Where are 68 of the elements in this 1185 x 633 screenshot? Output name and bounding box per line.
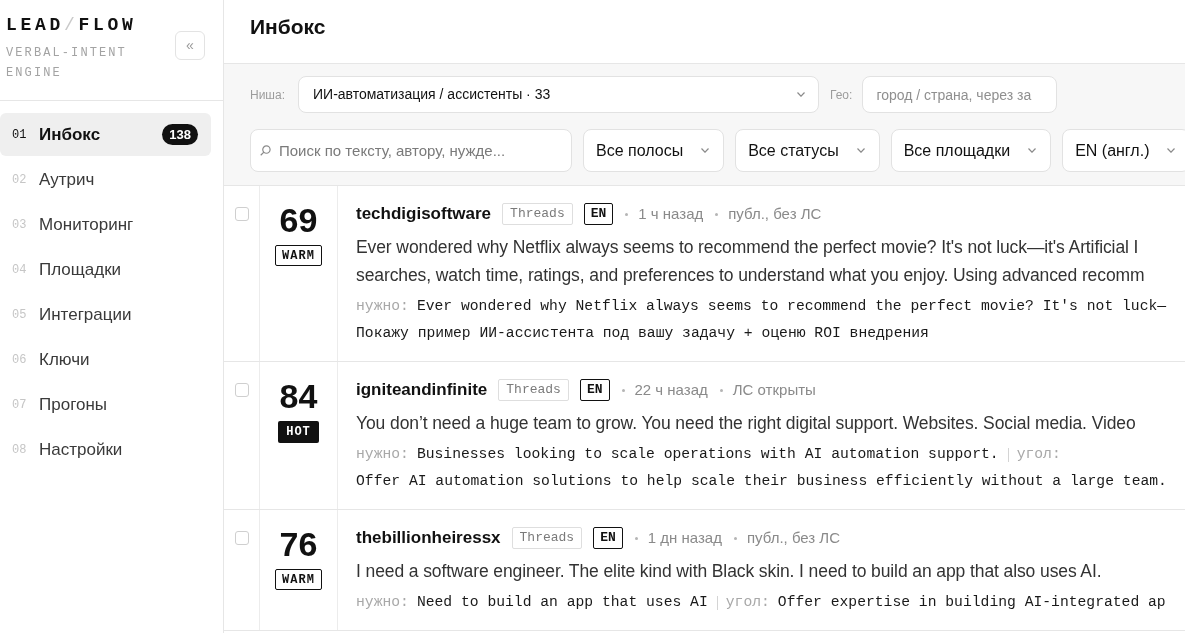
chevron-down-icon — [701, 148, 710, 153]
nav-item[interactable]: 03 Мониторинг — [0, 203, 211, 246]
note-text: Offer expertise in building AI-integrated ap — [777, 593, 1166, 612]
meta-text: ЛС открыты — [732, 379, 816, 400]
logo-text: LEAD — [6, 14, 64, 36]
checkbox[interactable] — [234, 383, 249, 397]
chevron-down-icon — [856, 148, 865, 153]
platform-tag: Threads — [502, 203, 573, 225]
chevron-down-icon — [1028, 148, 1037, 153]
temperature-badge: HOT — [278, 421, 319, 443]
field-label: Гео: — [830, 86, 853, 104]
filter-select[interactable]: Все площадки — [890, 129, 1052, 172]
note-label: нужно: — [356, 445, 409, 464]
post-text: You don’t need a huge team to grow. You need the right digital support. Websites. Social media. Video — [356, 412, 1137, 435]
chevron-down-icon — [1167, 148, 1176, 153]
language-tag: EN — [579, 379, 610, 401]
nav-item[interactable]: 08 Настройки — [0, 428, 211, 471]
nav-item[interactable]: 01 Инбокс 138 — [0, 113, 211, 156]
score: 69 — [279, 203, 318, 237]
note-text: Need to build an app that uses AI — [416, 593, 708, 612]
platform-tag: Threads — [511, 527, 583, 549]
nav-item[interactable]: 04 Площадки — [0, 248, 211, 291]
logo-slash: / — [64, 14, 79, 36]
nav-item[interactable]: 06 Ключи — [0, 338, 211, 381]
post-text: I need a software engineer. The elite kind with Black skin. I need to build an app that also uses AI. — [356, 560, 1103, 583]
filter-select[interactable]: EN (англ.) — [1062, 129, 1185, 172]
chevron-down-icon — [797, 92, 805, 97]
temperature-badge: WARM — [275, 245, 322, 266]
count-badge: 138 — [162, 124, 198, 145]
note-label: угол: — [725, 593, 770, 612]
note-label: нужно: — [356, 297, 409, 316]
meta-text: 1 дн назад — [647, 527, 722, 548]
note-text: Offer AI automation solutions to help scale their business efficiently without a large team. — [356, 472, 1167, 491]
field-label: Ниша: — [250, 86, 286, 104]
nav-item[interactable]: 02 Аутрич — [0, 158, 211, 201]
logo-text: FLOW — [78, 14, 137, 36]
meta-text: публ., без ЛС — [728, 203, 822, 224]
note-text: Businesses looking to scale operations with AI automation support. — [416, 445, 999, 464]
language-tag: EN — [593, 527, 623, 549]
score: 84 — [279, 379, 318, 413]
search-field[interactable]: Поиск по тексту, автору, нужде... — [250, 129, 572, 172]
meta-text: 22 ч назад — [634, 379, 708, 400]
meta-text: 1 ч назад — [638, 203, 704, 224]
temperature-badge: WARM — [275, 569, 322, 590]
language-tag: EN — [583, 203, 614, 225]
note-text: Покажу пример ИИ-ассистента под вашу задачу + оценю ROI внедрения — [356, 324, 929, 343]
author-name[interactable]: techdigisoftware — [356, 201, 492, 227]
niche-select[interactable]: ИИ-автоматизация / ассистенты · 33 — [298, 76, 819, 113]
note-text: Ever wondered why Netflix always seems to recommend the perfect movie? It's not luck— — [416, 297, 1167, 316]
author-name[interactable]: igniteandinfinite — [356, 377, 488, 403]
nav-item[interactable]: 05 Интеграции — [0, 293, 211, 336]
filter-select[interactable]: Все статусы — [735, 129, 880, 172]
post-text: searches, watch time, ratings, and preferences to understand what you enjoy. Using advanced recomm — [356, 264, 1146, 287]
author-name[interactable]: thebillionheiressx — [356, 525, 501, 551]
score: 76 — [279, 527, 318, 561]
geo-input[interactable]: город / страна, через за — [862, 76, 1058, 113]
page-title: Инбокс — [250, 14, 326, 40]
search-icon — [260, 145, 271, 156]
checkbox[interactable] — [234, 207, 249, 221]
note-label: нужно: — [356, 593, 409, 612]
note-label: угол: — [1016, 445, 1061, 464]
filter-select[interactable]: Все полосы — [583, 129, 725, 172]
nav-item[interactable]: 07 Прогоны — [0, 383, 211, 426]
checkbox[interactable] — [234, 531, 249, 545]
meta-text: публ., без ЛС — [746, 527, 841, 548]
platform-tag: Threads — [498, 379, 569, 401]
tagline: VERBAL-INTENT ENGINE — [6, 45, 128, 82]
post-text: Ever wondered why Netflix always seems to recommend the perfect movie? It's not luck—it's Artificial I — [356, 236, 1140, 259]
